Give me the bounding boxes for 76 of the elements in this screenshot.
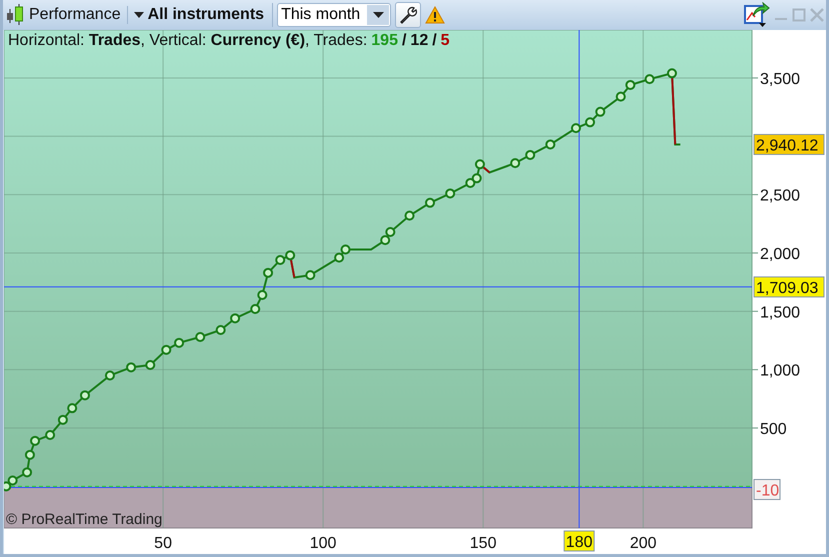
- chart-export-icon[interactable]: [744, 2, 770, 28]
- trade-marker: [334, 252, 344, 263]
- settings-button[interactable]: [395, 2, 422, 28]
- axis-label: 2,500: [760, 188, 800, 205]
- trade-marker: [161, 344, 172, 355]
- trade-marker: [145, 360, 156, 370]
- trade-marker: [625, 80, 636, 90]
- axis-label: 50: [154, 535, 172, 552]
- copyright-text: © ProRealTime Trading: [6, 511, 162, 528]
- trade-marker: [425, 198, 435, 208]
- ref-line-label: 180: [566, 534, 593, 551]
- ref-line-label: 1,709.03: [756, 280, 818, 297]
- trade-marker: [545, 139, 556, 150]
- trade-marker: [474, 159, 485, 170]
- trade-marker: [263, 268, 274, 278]
- trade-marker: [22, 467, 32, 478]
- trade-marker: [285, 250, 296, 260]
- wrench-icon: [398, 5, 418, 25]
- trade-marker: [510, 158, 520, 168]
- trade-marker: [80, 390, 90, 400]
- trade-marker: [58, 414, 68, 425]
- window-title: Performance: [29, 6, 128, 24]
- trade-marker: [445, 188, 456, 198]
- axis-label: 3,500: [760, 70, 800, 88]
- trade-marker: [67, 403, 78, 414]
- trade-marker: [230, 313, 240, 324]
- trade-marker: [616, 92, 626, 102]
- axis-label: 1,500: [760, 304, 800, 322]
- trade-marker: [45, 430, 56, 440]
- trade-marker: [257, 290, 268, 300]
- warning-icon[interactable]: [425, 6, 446, 24]
- trade-marker: [385, 226, 396, 237]
- trade-marker: [195, 332, 206, 342]
- trade-marker: [250, 304, 260, 314]
- trade-count: 5: [440, 32, 450, 50]
- trade-marker: [644, 74, 655, 84]
- trade-marker: [174, 338, 184, 348]
- trade-marker: [666, 68, 677, 78]
- trade-marker: [570, 123, 581, 134]
- chart-info-text: Horizontal: Trades, Vertical: Currency (€), Trades:: [8, 32, 368, 50]
- crosshair-tag: 180: [564, 530, 595, 552]
- trade-marker: [8, 476, 18, 486]
- caret-icon: [134, 12, 144, 18]
- trade-marker: [30, 436, 40, 446]
- candlestick-icon: [5, 3, 25, 27]
- trade-count: 195: [371, 32, 398, 50]
- trade-marker: [465, 178, 476, 188]
- trade-marker: [472, 173, 482, 184]
- price-tag: 2,940.12: [754, 134, 824, 155]
- ref-line-label: -10: [756, 482, 780, 500]
- axis-label: 500: [760, 421, 787, 438]
- trade-marker: [275, 254, 286, 265]
- trade-marker: [585, 117, 596, 128]
- period-select[interactable]: This month: [277, 3, 392, 27]
- trade-marker: [104, 370, 115, 380]
- value-tag: -10: [754, 479, 780, 500]
- axis-label: 200: [630, 535, 657, 552]
- trade-marker: [525, 150, 536, 160]
- trade-marker: [305, 270, 316, 280]
- axis-label: 150: [470, 535, 496, 552]
- trade-marker: [216, 325, 226, 335]
- trade-marker: [595, 106, 606, 117]
- axis-label: 1,000: [760, 362, 800, 380]
- trade-marker: [380, 235, 390, 246]
- caret-icon: [372, 12, 384, 18]
- separator-text: /: [432, 32, 437, 50]
- trade-marker: [24, 450, 35, 460]
- axis-label: 2,000: [760, 246, 800, 263]
- trade-count: 12: [410, 32, 428, 50]
- trade-marker: [404, 210, 415, 221]
- instruments-dropdown[interactable]: All instruments: [132, 3, 274, 27]
- price-tag: 1,709.03: [754, 276, 824, 298]
- separator-text: /: [402, 32, 406, 50]
- trade-marker: [340, 244, 351, 254]
- axis-label: 100: [310, 535, 336, 552]
- trade-marker: [126, 362, 136, 372]
